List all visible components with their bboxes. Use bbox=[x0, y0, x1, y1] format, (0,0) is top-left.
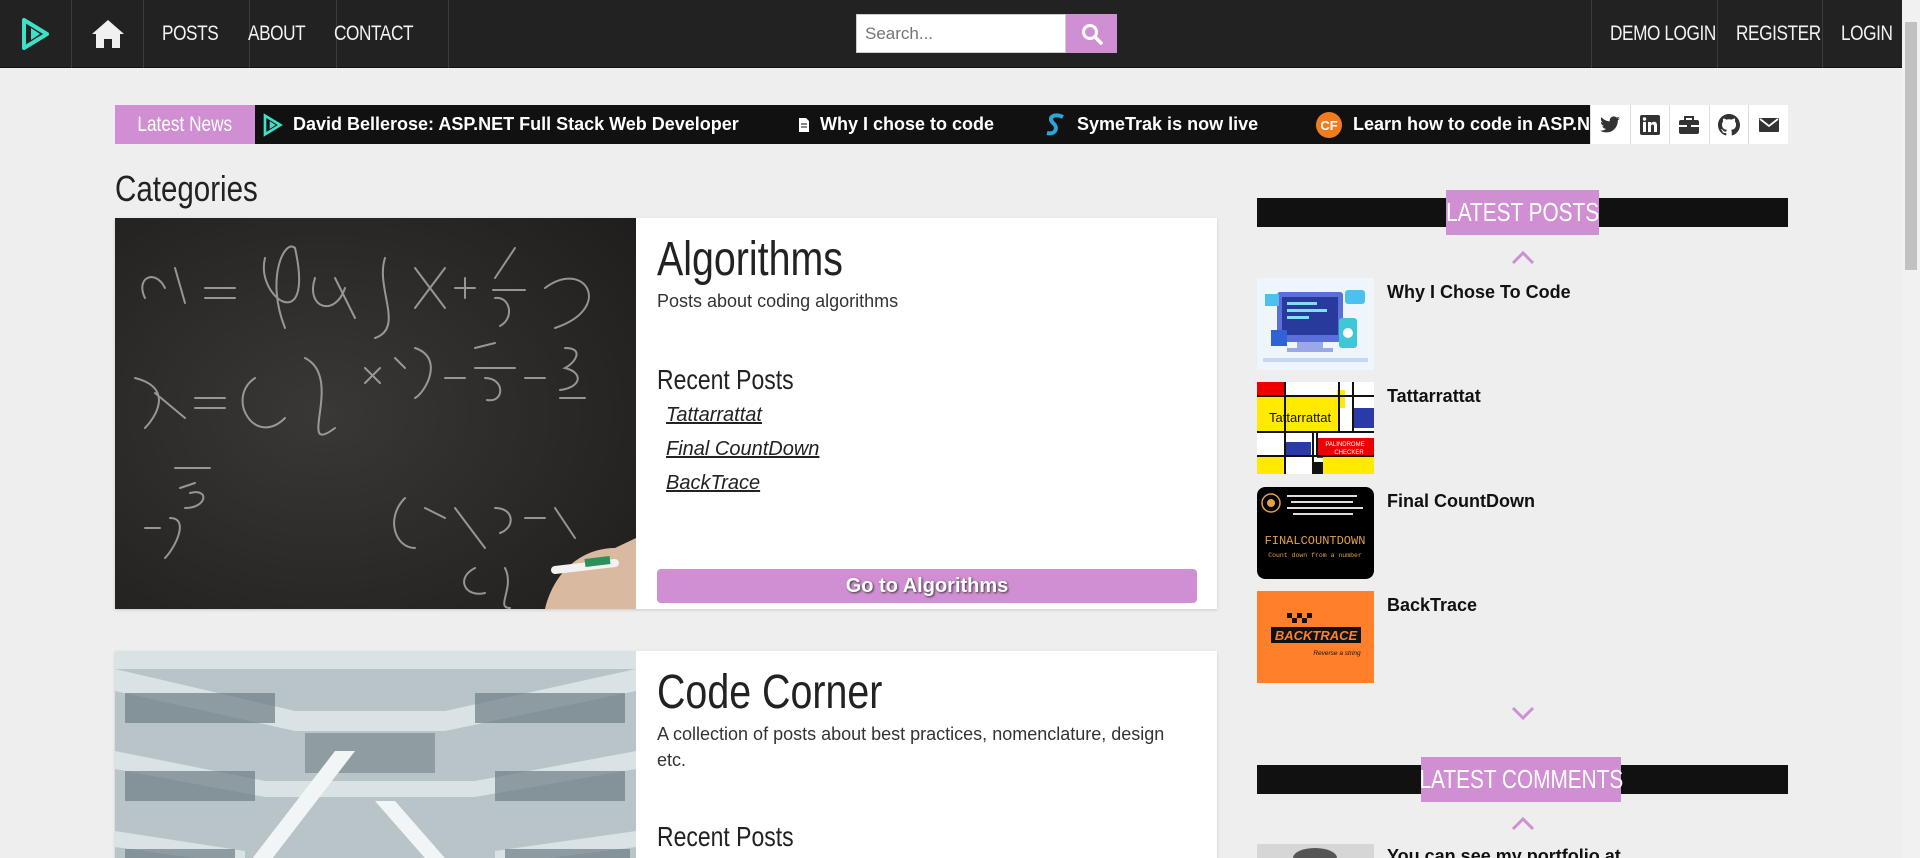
mail-icon bbox=[1758, 117, 1779, 132]
svg-text:FINALCOUNTDOWN: FINALCOUNTDOWN bbox=[1265, 534, 1366, 548]
search-input[interactable] bbox=[856, 14, 1066, 53]
category-card-body: Algorithms Posts about coding algorithms… bbox=[657, 218, 1197, 500]
portfolio-link[interactable] bbox=[1669, 105, 1709, 144]
latest-post-item[interactable]: Why I Chose To Code bbox=[1257, 278, 1788, 370]
latest-news-label: Latest News bbox=[115, 105, 255, 144]
logo-icon bbox=[263, 112, 283, 137]
recent-posts-heading: Recent Posts bbox=[657, 364, 794, 395]
social-links bbox=[1590, 105, 1788, 144]
svg-text:CHECKER: CHECKER bbox=[1334, 450, 1364, 456]
post-thumbnail bbox=[1257, 278, 1374, 370]
comment-avatar bbox=[1257, 844, 1374, 858]
page-scrollbar[interactable] bbox=[1902, 0, 1920, 858]
ticker-item-text: Learn how to code in ASP.NET bbox=[1353, 114, 1590, 134]
home-link[interactable] bbox=[72, 0, 144, 68]
coderfoundry-icon: CF bbox=[1316, 111, 1342, 138]
algorithms-chalkboard-image bbox=[115, 218, 636, 609]
search-button[interactable] bbox=[1066, 14, 1117, 53]
search-icon bbox=[1081, 23, 1103, 45]
category-title: Algorithms bbox=[657, 233, 843, 286]
comment-text[interactable]: You can see my portfolio at bbox=[1387, 846, 1621, 858]
nav-contact-link[interactable]: CONTACT bbox=[316, 0, 450, 68]
chevron-up-icon[interactable] bbox=[1511, 249, 1535, 265]
latest-post-item[interactable]: Tattarrattat PALINDROME CHECKER Tattarra… bbox=[1257, 382, 1788, 474]
category-description: Posts about coding algorithms bbox=[657, 291, 899, 311]
ticker-item[interactable]: CF Learn how to code in ASP.NET bbox=[1315, 105, 1590, 144]
post-thumbnail: Tattarrattat PALINDROME CHECKER bbox=[1257, 382, 1374, 474]
scrollbar-thumb[interactable] bbox=[1905, 22, 1917, 270]
document-icon bbox=[799, 117, 809, 132]
svg-text:BACKTRACE: BACKTRACE bbox=[1275, 628, 1358, 643]
linkedin-icon bbox=[1639, 114, 1660, 135]
svg-text:Count down from a number: Count down from a number bbox=[1268, 552, 1362, 559]
category-card-algorithms: Algorithms Posts about coding algorithms… bbox=[115, 218, 1217, 609]
recent-post-link[interactable]: Final CountDown bbox=[666, 432, 1197, 466]
logo-icon bbox=[21, 18, 49, 50]
post-thumbnail: FINALCOUNTDOWN Count down from a number bbox=[1257, 487, 1374, 579]
ticker-item-text: SymeTrak is now live bbox=[1077, 114, 1259, 134]
category-title: Code Corner bbox=[657, 666, 883, 719]
github-link[interactable] bbox=[1708, 105, 1749, 144]
email-link[interactable] bbox=[1748, 105, 1788, 144]
brand-logo-link[interactable] bbox=[0, 0, 72, 68]
go-to-algorithms-button[interactable]: Go to Algorithms bbox=[657, 569, 1197, 603]
ticker-item[interactable]: SymeTrak is now live bbox=[1045, 105, 1258, 144]
linkedin-link[interactable] bbox=[1629, 105, 1670, 144]
latest-post-item[interactable]: BACKTRACE Reverse a string BackTrace bbox=[1257, 591, 1788, 683]
twitter-icon bbox=[1600, 115, 1621, 132]
svg-text:CF: CF bbox=[1320, 118, 1337, 133]
ticker-item[interactable]: Why I chose to code bbox=[798, 105, 994, 144]
post-title[interactable]: Tattarrattat bbox=[1387, 386, 1481, 407]
chevron-down-icon[interactable] bbox=[1511, 706, 1535, 722]
post-title[interactable]: BackTrace bbox=[1387, 595, 1477, 616]
recent-post-link[interactable]: Tattarrattat bbox=[666, 398, 1197, 432]
ticker-item[interactable]: David Bellerose: ASP.NET Full Stack Web … bbox=[263, 105, 739, 144]
latest-comment-item[interactable]: You can see my portfolio at bbox=[1257, 844, 1788, 858]
github-icon bbox=[1718, 113, 1741, 135]
latest-post-item[interactable]: FINALCOUNTDOWN Count down from a number … bbox=[1257, 487, 1788, 579]
twitter-link[interactable] bbox=[1590, 105, 1630, 144]
recent-post-link[interactable]: BackTrace bbox=[666, 466, 1197, 500]
recent-posts-list: Tattarrattat Final CountDown BackTrace bbox=[657, 398, 1197, 500]
briefcase-icon bbox=[1679, 115, 1700, 134]
category-card-body: Code Corner A collection of posts about … bbox=[657, 651, 1197, 853]
home-icon bbox=[91, 20, 124, 48]
category-description: A collection of posts about best practic… bbox=[657, 724, 1165, 770]
svg-text:PALINDROME: PALINDROME bbox=[1325, 442, 1364, 448]
library-image bbox=[115, 651, 636, 858]
top-navbar: POSTS ABOUT CONTACT DEMO LOGIN REGISTER … bbox=[0, 0, 1902, 68]
latest-comments-header: LATEST COMMENTS bbox=[1257, 757, 1788, 802]
symetrak-s-icon bbox=[1046, 112, 1064, 135]
ticker-item-text: David Bellerose: ASP.NET Full Stack Web … bbox=[293, 114, 739, 134]
post-title[interactable]: Why I Chose To Code bbox=[1387, 282, 1571, 303]
latest-posts-label: LATEST POSTS bbox=[1446, 190, 1599, 235]
category-card-code-corner: Code Corner A collection of posts about … bbox=[115, 651, 1217, 858]
chevron-up-icon[interactable] bbox=[1511, 815, 1535, 831]
post-thumbnail: BACKTRACE Reverse a string bbox=[1257, 591, 1374, 683]
latest-posts-header: LATEST POSTS bbox=[1257, 190, 1788, 235]
svg-text:Reverse a string: Reverse a string bbox=[1313, 650, 1361, 657]
news-ticker: David Bellerose: ASP.NET Full Stack Web … bbox=[255, 105, 1590, 144]
svg-text:Tattarrattat: Tattarrattat bbox=[1269, 410, 1332, 425]
post-title[interactable]: Final CountDown bbox=[1387, 491, 1535, 512]
ticker-item-text: Why I chose to code bbox=[820, 114, 995, 134]
latest-comments-label: LATEST COMMENTS bbox=[1419, 757, 1623, 802]
categories-heading: Categories bbox=[115, 168, 258, 209]
recent-posts-heading: Recent Posts bbox=[657, 821, 794, 852]
